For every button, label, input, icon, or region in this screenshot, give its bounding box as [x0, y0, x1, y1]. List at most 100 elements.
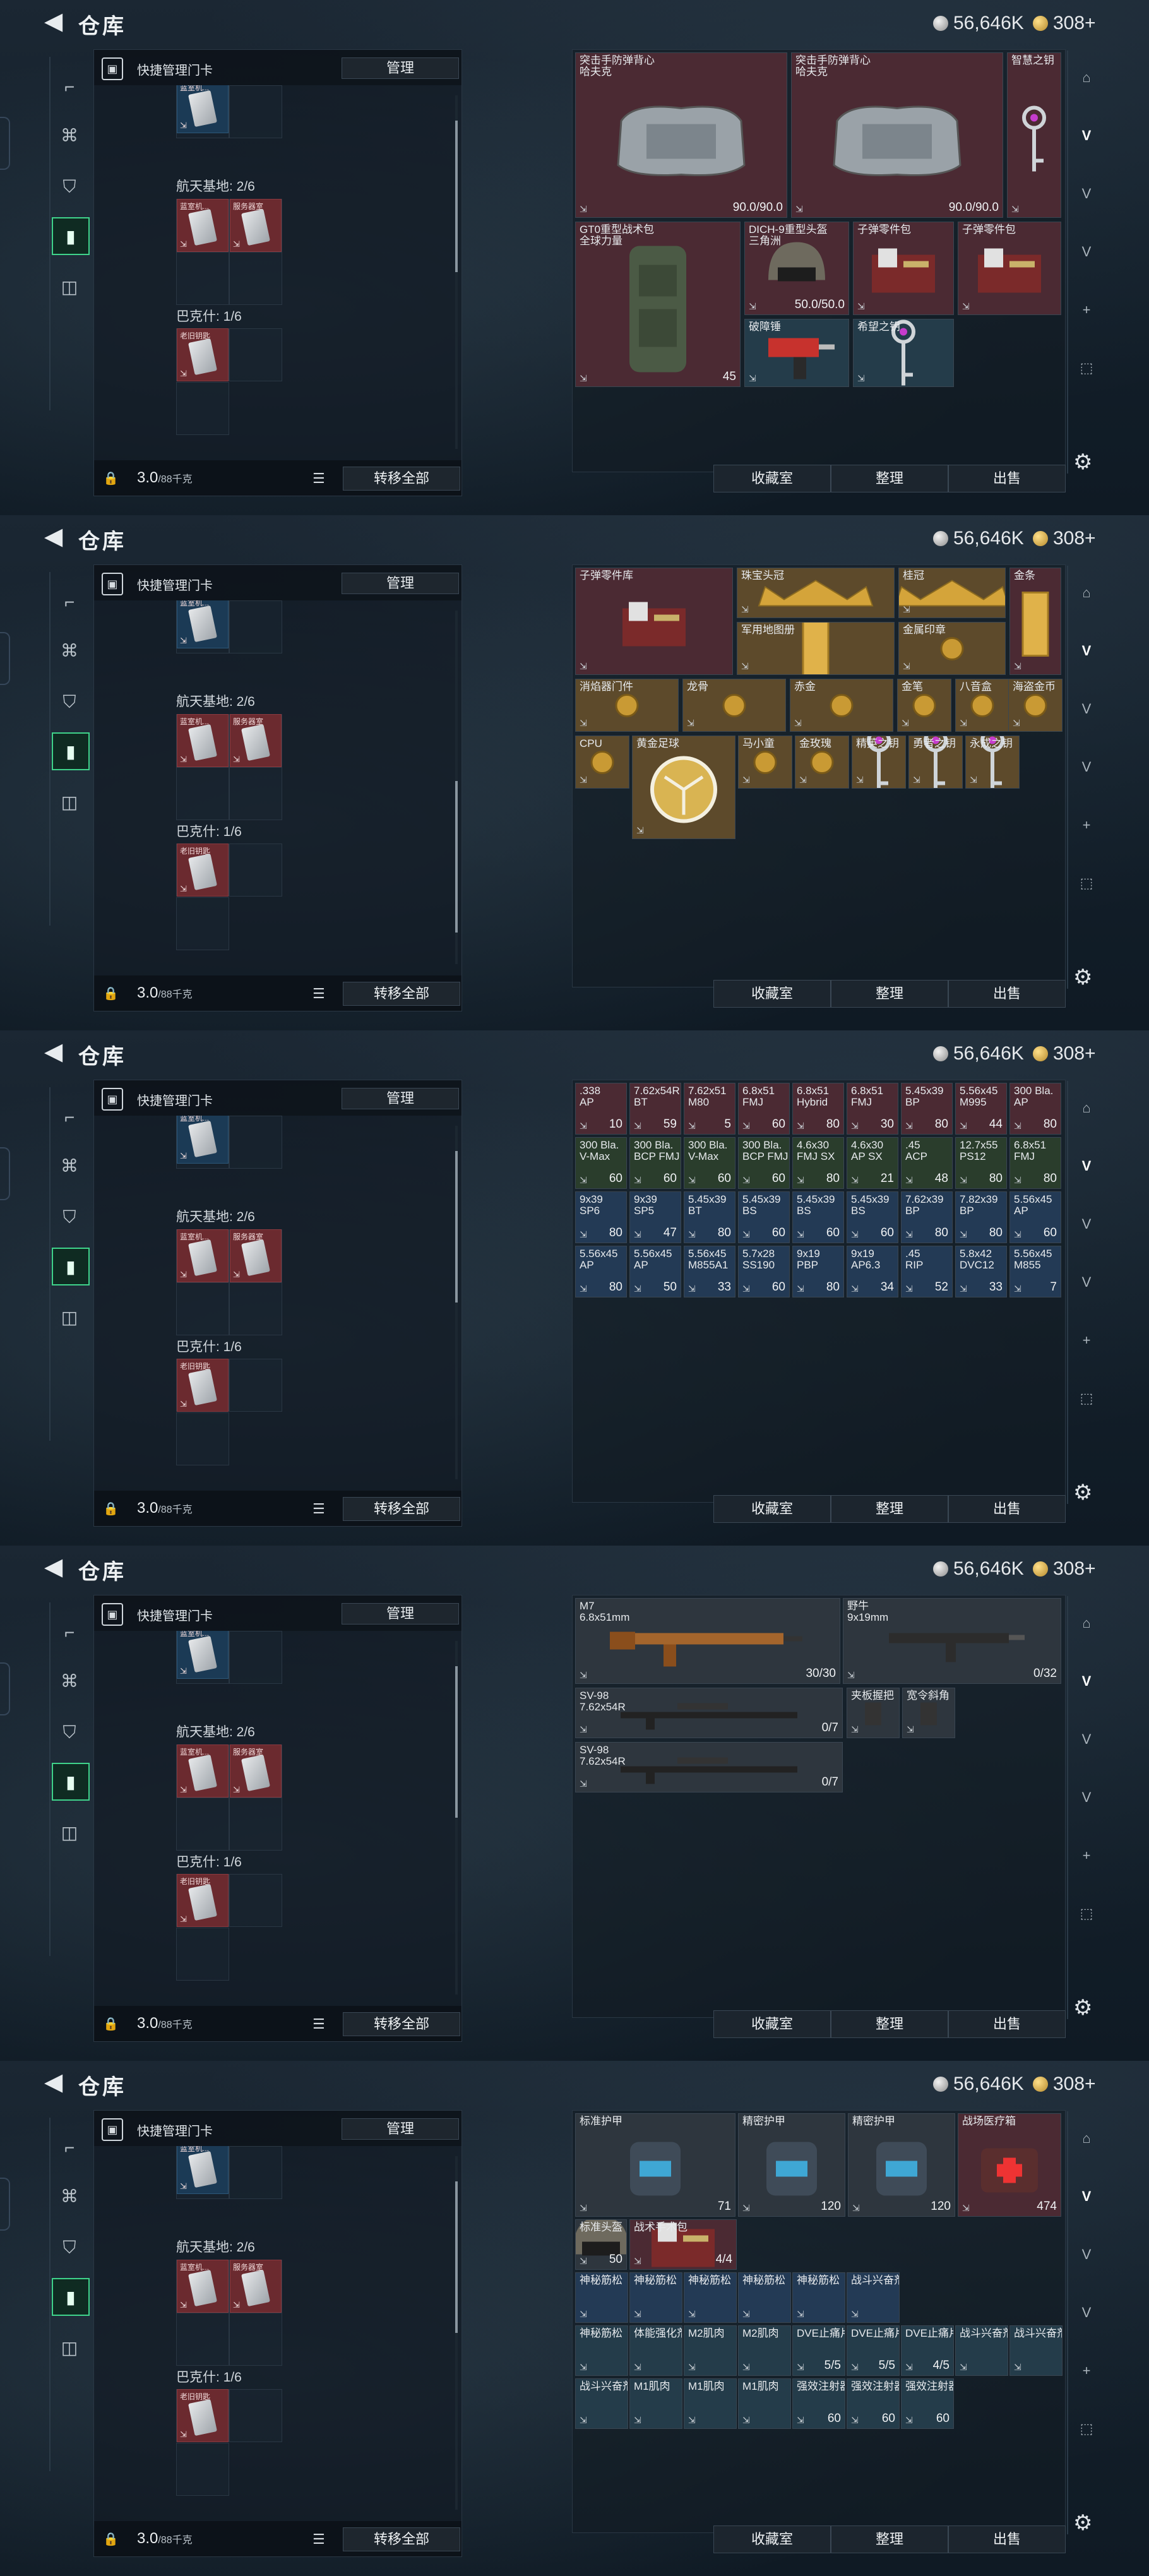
scrollbar-thumb[interactable]	[455, 781, 458, 933]
stash-tab-3[interactable]: V	[1072, 1725, 1101, 1754]
category-icon-1[interactable]: ⌐	[52, 1100, 87, 1135]
grid-cell[interactable]	[176, 1928, 229, 1981]
stash-tab-6[interactable]: ⬚	[1072, 1899, 1101, 1928]
stash-item[interactable]: 金笔 ⇲	[897, 679, 951, 732]
stash-item[interactable]: 子弹零件包 ⇲	[853, 222, 954, 315]
stash-item[interactable]: 9x39 SP6 ⇲ 80	[575, 1191, 627, 1243]
stash-item[interactable]: SV-98 7.62x54R ⇲ 0/7	[575, 1688, 843, 1738]
sort-button[interactable]: 整理	[831, 980, 948, 1008]
stash-item[interactable]: 9x19 AP6.3 ⇲ 34	[847, 1246, 898, 1297]
stash-tab-3[interactable]: V	[1072, 2240, 1101, 2269]
gold-currency[interactable]: 308+	[1033, 1558, 1096, 1580]
stash-tab-6[interactable]: ⬚	[1072, 1384, 1101, 1413]
vault-button[interactable]: 收藏室	[713, 980, 831, 1008]
transfer-all-button[interactable]: 转移全部	[343, 467, 460, 491]
stash-item[interactable]: 12.7x55 PS12 ⇲ 80	[955, 1137, 1007, 1189]
stash-item[interactable]: 神秘筋松 ⇲	[575, 2325, 628, 2376]
stash-item[interactable]: DVE止痛片 ⇲ 5/5	[847, 2325, 900, 2376]
left-edge-tab[interactable]	[0, 1147, 10, 1200]
vault-button[interactable]: 收藏室	[713, 2525, 831, 2553]
back-arrow-icon[interactable]: ◀	[44, 1039, 69, 1064]
grid-cell[interactable]	[229, 844, 282, 897]
keycard-scrollbar[interactable]	[455, 1641, 458, 1995]
stash-item[interactable]: 夹板握把 ⇲	[847, 1688, 900, 1738]
category-icon-1[interactable]: ⌐	[52, 2130, 87, 2166]
left-edge-tab[interactable]	[0, 1662, 10, 1715]
stash-item[interactable]: 龙骨 ⇲	[682, 679, 786, 732]
stash-item[interactable]: 破障锤 ⇲	[744, 319, 849, 387]
stash-item[interactable]: 标准头盔 ⇲ 50	[575, 2219, 627, 2270]
stash-item[interactable]: CPU ⇲	[575, 736, 629, 789]
keycard-scrollbar[interactable]	[455, 1126, 458, 1479]
stash-item[interactable]: 标准护甲 ⇲ 71	[575, 2113, 735, 2217]
stash-item[interactable]: .45 RIP ⇲ 52	[901, 1246, 953, 1297]
stash-item[interactable]: 5.56x45 M995 ⇲ 44	[955, 1083, 1007, 1135]
sell-button[interactable]: 出售	[948, 465, 1066, 492]
category-icon-1[interactable]: ⌐	[52, 585, 87, 620]
manage-button[interactable]: 管理	[342, 573, 459, 594]
grid-cell[interactable]	[176, 767, 229, 820]
stash-item[interactable]: M1肌肉 ⇲	[629, 2378, 682, 2429]
stash-item[interactable]: 5.8x42 DVC12 ⇲ 33	[955, 1246, 1007, 1297]
category-icon-4[interactable]: ▮	[52, 2278, 90, 2316]
sell-button[interactable]: 出售	[948, 1495, 1066, 1523]
left-edge-tab[interactable]	[0, 117, 10, 170]
category-icon-2[interactable]: ⌘	[52, 1663, 87, 1698]
stash-item[interactable]: M7 6.8x51mm ⇲ 30/30	[575, 1598, 840, 1684]
stash-item[interactable]: 突击手防弹背心 哈夫克 ⇲ 90.0/90.0	[791, 52, 1003, 218]
grid-cell[interactable]	[229, 2389, 282, 2442]
stash-item[interactable]: 300 Bla. V-Max ⇲ 60	[684, 1137, 735, 1189]
settings-gear-icon[interactable]: ⚙	[1073, 2510, 1092, 2536]
grid-cell[interactable]	[176, 1798, 229, 1851]
stash-tab-5[interactable]: +	[1072, 295, 1101, 325]
keycard-item[interactable]: 老旧钥匙 ⇲	[177, 844, 229, 897]
stash-tab-4[interactable]: V	[1072, 237, 1101, 266]
stash-tab-1[interactable]: ⌂	[1072, 63, 1101, 92]
stash-tab-1[interactable]: ⌂	[1072, 1094, 1101, 1123]
stash-item[interactable]: 7.62x51 M80 ⇲ 5	[684, 1083, 735, 1135]
stash-item[interactable]: 突击手防弹背心 哈夫克 ⇲ 90.0/90.0	[575, 52, 787, 218]
back-arrow-icon[interactable]: ◀	[44, 2070, 69, 2095]
category-icon-2[interactable]: ⌘	[52, 633, 87, 668]
category-icon-2[interactable]: ⌘	[52, 2178, 87, 2214]
list-icon[interactable]: ☰	[313, 986, 325, 1002]
stash-tab-6[interactable]: ⬚	[1072, 2414, 1101, 2443]
manage-button[interactable]: 管理	[342, 1603, 459, 1625]
grid-cell[interactable]	[229, 2146, 282, 2199]
keycard-item[interactable]: 服务器室 ⇲	[230, 199, 282, 252]
grid-cell[interactable]	[229, 600, 282, 653]
category-icon-4[interactable]: ▮	[52, 217, 90, 255]
scrollbar-thumb[interactable]	[455, 2181, 458, 2333]
category-icon-2[interactable]: ⌘	[52, 1148, 87, 1183]
stash-item[interactable]: 5.45x39 BS ⇲ 60	[792, 1191, 844, 1243]
manage-button[interactable]: 管理	[342, 57, 459, 79]
category-icon-5[interactable]: ◫	[52, 784, 87, 820]
stash-item[interactable]: 300 Bla. V-Max ⇲ 60	[575, 1137, 627, 1189]
stash-item[interactable]: 希望之钥 ⇲	[853, 319, 954, 387]
transfer-all-button[interactable]: 转移全部	[343, 2012, 460, 2036]
keycard-item[interactable]: 蓝室机... ⇲	[177, 1229, 229, 1282]
stash-item[interactable]: 强效注射器 ⇲ 60	[792, 2378, 845, 2429]
keycard-item[interactable]: 服务器室 ⇲	[230, 714, 282, 767]
category-icon-5[interactable]: ◫	[52, 1299, 87, 1335]
stash-item[interactable]: 精密护甲 ⇲ 120	[848, 2113, 955, 2217]
keycard-scrollbar[interactable]	[455, 95, 458, 449]
keycard-item[interactable]: 服务器室 ⇲	[230, 2260, 282, 2313]
stash-item[interactable]: 精密护甲 ⇲ 120	[738, 2113, 845, 2217]
grid-cell[interactable]	[229, 1282, 282, 1335]
scrollbar-thumb[interactable]	[455, 1151, 458, 1303]
left-edge-tab[interactable]	[0, 2178, 10, 2231]
vault-button[interactable]: 收藏室	[713, 2010, 831, 2038]
back-arrow-icon[interactable]: ◀	[44, 1554, 69, 1580]
stash-item[interactable]: 金属印章 ⇲	[898, 622, 1006, 675]
stash-item[interactable]: 5.45x39 BT ⇲ 80	[684, 1191, 735, 1243]
manage-button[interactable]: 管理	[342, 1088, 459, 1109]
stash-item[interactable]: 6.8x51 FMJ ⇲ 80	[1009, 1137, 1061, 1189]
transfer-all-button[interactable]: 转移全部	[343, 2527, 460, 2551]
keycard-item[interactable]: 老旧钥匙 ⇲	[177, 1874, 229, 1927]
stash-tab-3[interactable]: V	[1072, 1210, 1101, 1239]
category-icon-3[interactable]: ⛉	[52, 2230, 87, 2265]
stash-item[interactable]: 勇者之钥 ⇲	[908, 736, 963, 789]
category-icon-3[interactable]: ⛉	[52, 684, 87, 720]
category-icon-3[interactable]: ⛉	[52, 1200, 87, 1235]
